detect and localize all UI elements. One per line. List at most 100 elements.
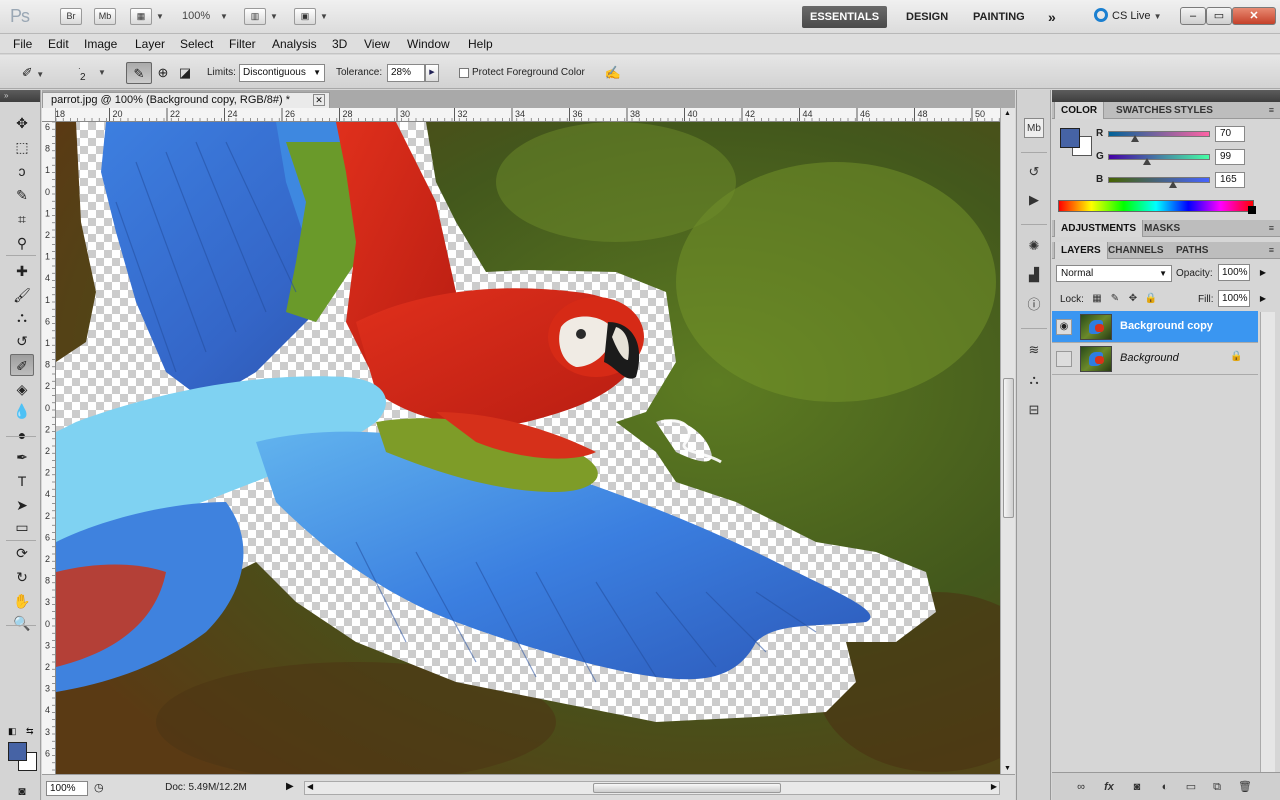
marquee-tool-icon[interactable]: ⬚ bbox=[10, 136, 34, 158]
lock-position-icon[interactable]: ✥ bbox=[1126, 292, 1140, 306]
tab-layers[interactable]: LAYERS bbox=[1054, 242, 1108, 259]
color-panel-foreground-swatch[interactable] bbox=[1060, 128, 1080, 148]
new-group-icon[interactable]: ▭ bbox=[1182, 779, 1200, 795]
scroll-up-icon[interactable]: ▲ bbox=[1004, 110, 1011, 117]
hand-tool-icon[interactable]: ✋ bbox=[10, 590, 34, 612]
layer-row[interactable]: Background 🔒 bbox=[1052, 343, 1258, 375]
scroll-down-icon[interactable]: ▼ bbox=[1004, 765, 1011, 772]
foreground-color-swatch[interactable] bbox=[8, 742, 27, 761]
add-mask-icon[interactable]: ◙ bbox=[1128, 779, 1146, 795]
brush-presets-icon[interactable]: ≋ bbox=[1024, 340, 1044, 360]
layers-scrollbar[interactable] bbox=[1260, 312, 1275, 788]
status-zoom-field[interactable]: 100% bbox=[46, 781, 88, 796]
close-document-icon[interactable]: ✕ bbox=[313, 94, 325, 106]
scroll-right-icon[interactable]: ▶ bbox=[991, 782, 997, 791]
clone-stamp-tool-icon[interactable]: ⛬ bbox=[10, 306, 34, 328]
tool-presets-icon[interactable]: ⊟ bbox=[1024, 400, 1044, 420]
protect-foreground-checkbox[interactable] bbox=[459, 68, 469, 78]
tools-panel-collapse[interactable]: » bbox=[0, 90, 40, 102]
opacity-slider-icon[interactable]: ▶ bbox=[1258, 264, 1268, 281]
swap-colors-icon[interactable]: ⇆ bbox=[26, 726, 34, 737]
status-menu-arrow-icon[interactable]: ▶ bbox=[286, 781, 294, 792]
zoom-level-dropdown[interactable]: 100% bbox=[182, 10, 210, 22]
pen-tool-icon[interactable]: ✒ bbox=[10, 446, 34, 468]
tab-styles[interactable]: STYLES bbox=[1168, 102, 1219, 119]
layers-panel-menu-icon[interactable]: ≡ bbox=[1269, 245, 1274, 255]
arrange-documents-button[interactable]: ▥ bbox=[244, 8, 266, 25]
launch-mini-bridge-button[interactable]: Mb bbox=[94, 8, 116, 25]
cs-live-menu[interactable]: CS Live ▼ bbox=[1094, 8, 1162, 22]
adjustment-layer-icon[interactable]: ◐ bbox=[1156, 779, 1174, 795]
type-tool-icon[interactable]: T bbox=[10, 470, 34, 492]
color-spectrum-ramp[interactable] bbox=[1058, 200, 1254, 212]
fill-input[interactable]: 100% bbox=[1218, 290, 1250, 307]
maximize-button[interactable]: ▭ bbox=[1206, 7, 1232, 25]
slider-knob-g[interactable] bbox=[1143, 158, 1151, 165]
brush-tool-icon[interactable]: 🖌 bbox=[10, 284, 34, 306]
slider-value-r[interactable]: 70 bbox=[1215, 126, 1245, 142]
clone-source-icon[interactable]: ⛬ bbox=[1024, 370, 1044, 390]
sampling-continuous-button[interactable]: ✎ bbox=[126, 62, 152, 84]
menu-3d[interactable]: 3D bbox=[332, 37, 347, 51]
workspace-design[interactable]: DESIGN bbox=[898, 6, 956, 28]
launch-bridge-button[interactable]: Br bbox=[60, 8, 82, 25]
spectrum-black-swatch[interactable] bbox=[1248, 206, 1256, 214]
crop-tool-icon[interactable]: ⌗ bbox=[10, 208, 34, 230]
blur-tool-icon[interactable]: 💧 bbox=[10, 400, 34, 422]
brush-preset-picker[interactable]: · 2 ▼ bbox=[70, 62, 110, 84]
slider-value-g[interactable]: 99 bbox=[1215, 149, 1245, 165]
close-button[interactable]: ✕ bbox=[1232, 7, 1276, 25]
screen-mode-dropdown-icon[interactable]: ▼ bbox=[320, 12, 328, 21]
history-icon[interactable]: ↺ bbox=[1024, 162, 1044, 182]
menu-edit[interactable]: Edit bbox=[48, 37, 69, 51]
healing-brush-tool-icon[interactable]: ✚ bbox=[10, 260, 34, 282]
view-extras-dropdown-icon[interactable]: ▼ bbox=[156, 12, 164, 21]
horizontal-scrollbar[interactable]: ◀ ▶ bbox=[304, 781, 1000, 795]
menu-image[interactable]: Image bbox=[84, 37, 117, 51]
menu-filter[interactable]: Filter bbox=[229, 37, 256, 51]
ruler-origin[interactable] bbox=[42, 108, 56, 122]
tolerance-input[interactable]: 28% bbox=[387, 64, 425, 82]
horizontal-scroll-thumb[interactable] bbox=[593, 783, 781, 793]
adjustments-panel-menu-icon[interactable]: ≡ bbox=[1269, 223, 1274, 233]
info-icon[interactable]: ⓘ bbox=[1024, 295, 1044, 315]
background-eraser-tool-icon[interactable]: ✐ bbox=[10, 354, 34, 376]
layer-visibility-icon[interactable]: ◉ bbox=[1056, 319, 1072, 335]
3d-rotate-tool-icon[interactable]: ⟳ bbox=[10, 542, 34, 564]
actions-icon[interactable]: ▶ bbox=[1024, 190, 1044, 210]
fill-slider-icon[interactable]: ▶ bbox=[1258, 290, 1268, 307]
dodge-tool-icon[interactable]: ● bbox=[10, 424, 34, 446]
quick-mask-icon[interactable]: ◙ bbox=[10, 780, 34, 800]
slider-track-r[interactable] bbox=[1108, 131, 1210, 137]
rectangle-tool-icon[interactable]: ▭ bbox=[10, 516, 34, 538]
tab-paths[interactable]: PATHS bbox=[1170, 242, 1214, 259]
view-extras-button[interactable]: ▦ bbox=[130, 8, 152, 25]
zoom-dropdown-icon[interactable]: ▼ bbox=[220, 12, 228, 21]
document-tab[interactable]: parrot.jpg @ 100% (Background copy, RGB/… bbox=[42, 92, 330, 108]
vertical-ruler[interactable]: 681012141618202224262830323436 bbox=[42, 122, 56, 774]
vertical-scroll-thumb[interactable] bbox=[1003, 378, 1014, 518]
menu-help[interactable]: Help bbox=[468, 37, 493, 51]
tab-adjustments[interactable]: ADJUSTMENTS bbox=[1054, 220, 1144, 237]
menu-select[interactable]: Select bbox=[180, 37, 213, 51]
lock-all-icon[interactable]: 🔒 bbox=[1144, 292, 1158, 306]
mini-bridge-icon[interactable]: Mb bbox=[1024, 118, 1044, 138]
panels-collapse-bar[interactable] bbox=[1052, 90, 1280, 102]
layer-row[interactable]: ◉ Background copy bbox=[1052, 311, 1258, 343]
move-tool-icon[interactable]: ✥ bbox=[10, 112, 34, 134]
vertical-scrollbar[interactable]: ▲ ▼ bbox=[1000, 108, 1015, 774]
menu-file[interactable]: File bbox=[13, 37, 32, 51]
image-canvas[interactable] bbox=[56, 122, 1000, 774]
default-colors-icon[interactable]: ◧ bbox=[8, 726, 17, 737]
tab-color[interactable]: COLOR bbox=[1054, 102, 1105, 119]
sampling-once-button[interactable]: ⊕ bbox=[152, 62, 174, 84]
layer-visibility-icon[interactable] bbox=[1056, 351, 1072, 367]
slider-track-b[interactable] bbox=[1108, 177, 1210, 183]
sampling-background-swatch-button[interactable]: ◪ bbox=[174, 62, 196, 84]
tolerance-slider-button[interactable]: ▶ bbox=[425, 64, 439, 82]
workspace-painting[interactable]: PAINTING bbox=[965, 6, 1033, 28]
fx-icon[interactable]: fx bbox=[1100, 779, 1118, 795]
menu-window[interactable]: Window bbox=[407, 37, 450, 51]
tab-channels[interactable]: CHANNELS bbox=[1102, 242, 1170, 259]
menu-layer[interactable]: Layer bbox=[135, 37, 165, 51]
